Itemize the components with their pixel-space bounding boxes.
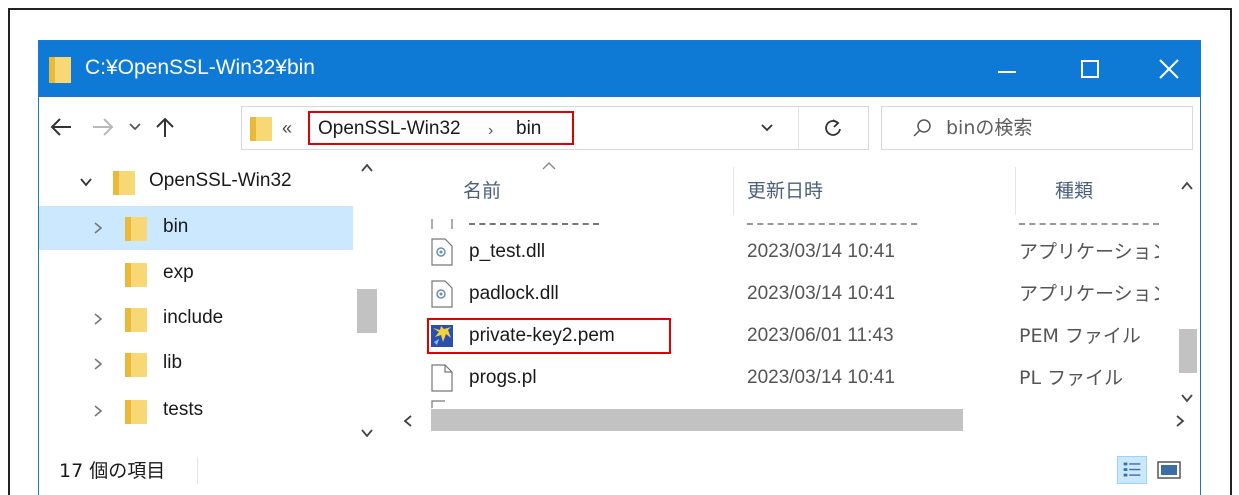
table-row[interactable]: progs.pl 2023/03/14 10:41 PL ファイル bbox=[391, 357, 1181, 399]
dll-file-icon bbox=[431, 238, 453, 266]
tree-item-exp[interactable]: exp bbox=[39, 252, 353, 296]
file-icon bbox=[431, 400, 445, 408]
back-arrow-icon[interactable] bbox=[49, 115, 73, 139]
blank-file-icon bbox=[431, 364, 453, 392]
close-button[interactable] bbox=[1136, 41, 1200, 97]
folder-icon bbox=[125, 308, 147, 332]
folder-icon bbox=[125, 353, 147, 377]
minimize-icon bbox=[998, 71, 1016, 73]
tree-item-openssl-win32[interactable]: OpenSSL-Win32 bbox=[39, 160, 353, 204]
file-date: 2023/03/14 10:41 bbox=[747, 367, 895, 388]
minimize-button[interactable] bbox=[974, 41, 1040, 97]
window-title: C:¥OpenSSL-Win32¥bin bbox=[85, 56, 315, 79]
scroll-down-icon[interactable] bbox=[361, 428, 373, 438]
file-type: PL ファイル bbox=[1019, 367, 1124, 389]
column-header-type[interactable]: 種類 bbox=[1055, 177, 1093, 205]
table-row[interactable]: padlock.dll 2023/03/14 10:41 アプリケーション拡張 bbox=[391, 273, 1181, 315]
tree-item-label: include bbox=[163, 307, 224, 328]
breadcrumb-item-bin[interactable]: bin bbox=[516, 115, 541, 143]
file-name: padlock.dll bbox=[469, 283, 559, 304]
file-icon bbox=[431, 219, 453, 229]
status-bar: 17 個の項目 bbox=[39, 448, 1200, 495]
list-item-partial bbox=[391, 219, 1181, 229]
clipped-text bbox=[469, 219, 599, 225]
clipped-text bbox=[747, 219, 917, 225]
divider bbox=[798, 107, 799, 149]
close-icon bbox=[1159, 59, 1179, 79]
chevron-right-icon[interactable] bbox=[91, 221, 105, 235]
file-date: 2023/06/01 11:43 bbox=[747, 325, 894, 346]
chevron-right-icon[interactable] bbox=[91, 312, 105, 326]
column-header-name[interactable]: 名前 bbox=[463, 177, 501, 205]
folder-icon bbox=[113, 171, 135, 195]
breadcrumb-item-openssl-win32[interactable]: OpenSSL-Win32 bbox=[318, 115, 461, 143]
scroll-right-icon[interactable] bbox=[1175, 415, 1185, 427]
search-input[interactable]: binの検索 bbox=[946, 114, 1032, 142]
sort-ascending-icon bbox=[542, 162, 556, 170]
file-type: アプリケーション拡張 bbox=[1019, 283, 1159, 305]
folder-icon bbox=[125, 400, 147, 424]
file-name: p_test.dll bbox=[469, 241, 546, 262]
tree-item-label: tests bbox=[163, 399, 204, 420]
folder-icon bbox=[125, 217, 147, 241]
title-bar[interactable]: C:¥OpenSSL-Win32¥bin bbox=[39, 41, 1200, 97]
chevron-down-icon[interactable] bbox=[79, 175, 93, 189]
tree-item-label: OpenSSL-Win32 bbox=[149, 170, 292, 191]
file-name: private-key2.pem bbox=[469, 325, 615, 346]
recent-locations-chevron-icon[interactable] bbox=[127, 118, 143, 136]
forward-arrow-icon[interactable] bbox=[91, 115, 115, 139]
address-bar[interactable]: « OpenSSL-Win32 › bin bbox=[241, 106, 869, 150]
file-type: PEM ファイル bbox=[1019, 325, 1141, 347]
breadcrumb-separator-icon[interactable]: › bbox=[488, 117, 493, 145]
column-divider[interactable] bbox=[733, 167, 734, 215]
navigation-pane: OpenSSL-Win32 bin exp include lib tests bbox=[39, 157, 389, 448]
scroll-up-icon[interactable] bbox=[1181, 181, 1193, 191]
tree-item-lib[interactable]: lib bbox=[39, 342, 353, 386]
overflow-chevron-icon[interactable]: « bbox=[282, 114, 292, 142]
navigation-bar: « OpenSSL-Win32 › bin binの検索 bbox=[39, 97, 1200, 157]
tree-item-tests[interactable]: tests bbox=[39, 389, 353, 433]
search-icon bbox=[913, 119, 931, 137]
item-count: 17 個の項目 bbox=[59, 460, 166, 482]
vertical-scroll-thumb[interactable] bbox=[1179, 329, 1197, 373]
file-type: アプリケーション拡張 bbox=[1019, 241, 1159, 263]
folder-icon bbox=[250, 117, 272, 141]
file-date: 2023/03/14 10:41 bbox=[747, 283, 895, 304]
chevron-right-icon[interactable] bbox=[91, 357, 105, 371]
pem-file-icon bbox=[431, 325, 453, 347]
scroll-down-icon[interactable] bbox=[1181, 393, 1193, 403]
address-dropdown-icon[interactable] bbox=[760, 121, 774, 135]
tree-item-include[interactable]: include bbox=[39, 297, 353, 341]
explorer-window: C:¥OpenSSL-Win32¥bin « OpenSSL-Win32 › b… bbox=[38, 40, 1201, 495]
tree-item-label: lib bbox=[163, 352, 183, 373]
horizontal-scroll-thumb[interactable] bbox=[431, 409, 963, 431]
folder-icon bbox=[125, 263, 147, 287]
dll-file-icon bbox=[431, 280, 453, 308]
breadcrumb: OpenSSL-Win32 › bin bbox=[308, 111, 574, 145]
maximize-button[interactable] bbox=[1057, 41, 1123, 97]
file-name: progs.pl bbox=[469, 367, 537, 388]
details-view-icon[interactable] bbox=[1117, 456, 1147, 484]
scroll-left-icon[interactable] bbox=[403, 415, 413, 427]
refresh-icon[interactable] bbox=[822, 117, 844, 139]
column-divider[interactable] bbox=[1015, 167, 1016, 215]
nav-pane-scroll-thumb[interactable] bbox=[357, 289, 377, 333]
chevron-right-icon[interactable] bbox=[91, 404, 105, 418]
up-arrow-icon[interactable] bbox=[153, 115, 177, 139]
divider bbox=[197, 458, 198, 484]
table-row[interactable]: private-key2.pem 2023/06/01 11:43 PEM ファ… bbox=[391, 315, 1181, 357]
file-list: 名前 更新日時 種類 p_test.dll 2023/03/14 10:41 ア… bbox=[391, 157, 1200, 448]
large-icons-view-icon[interactable] bbox=[1155, 457, 1183, 483]
tree-item-label: bin bbox=[163, 216, 189, 237]
clipped-text bbox=[1019, 219, 1159, 225]
column-header-date[interactable]: 更新日時 bbox=[747, 177, 823, 205]
tree-item-label: exp bbox=[163, 262, 194, 283]
scroll-up-icon[interactable] bbox=[361, 163, 373, 173]
folder-icon bbox=[49, 57, 71, 83]
maximize-icon bbox=[1081, 60, 1099, 78]
search-box[interactable]: binの検索 bbox=[881, 106, 1193, 150]
tree-item-bin[interactable]: bin bbox=[39, 206, 353, 250]
table-row[interactable]: p_test.dll 2023/03/14 10:41 アプリケーション拡張 bbox=[391, 231, 1181, 273]
file-date: 2023/03/14 10:41 bbox=[747, 241, 895, 262]
